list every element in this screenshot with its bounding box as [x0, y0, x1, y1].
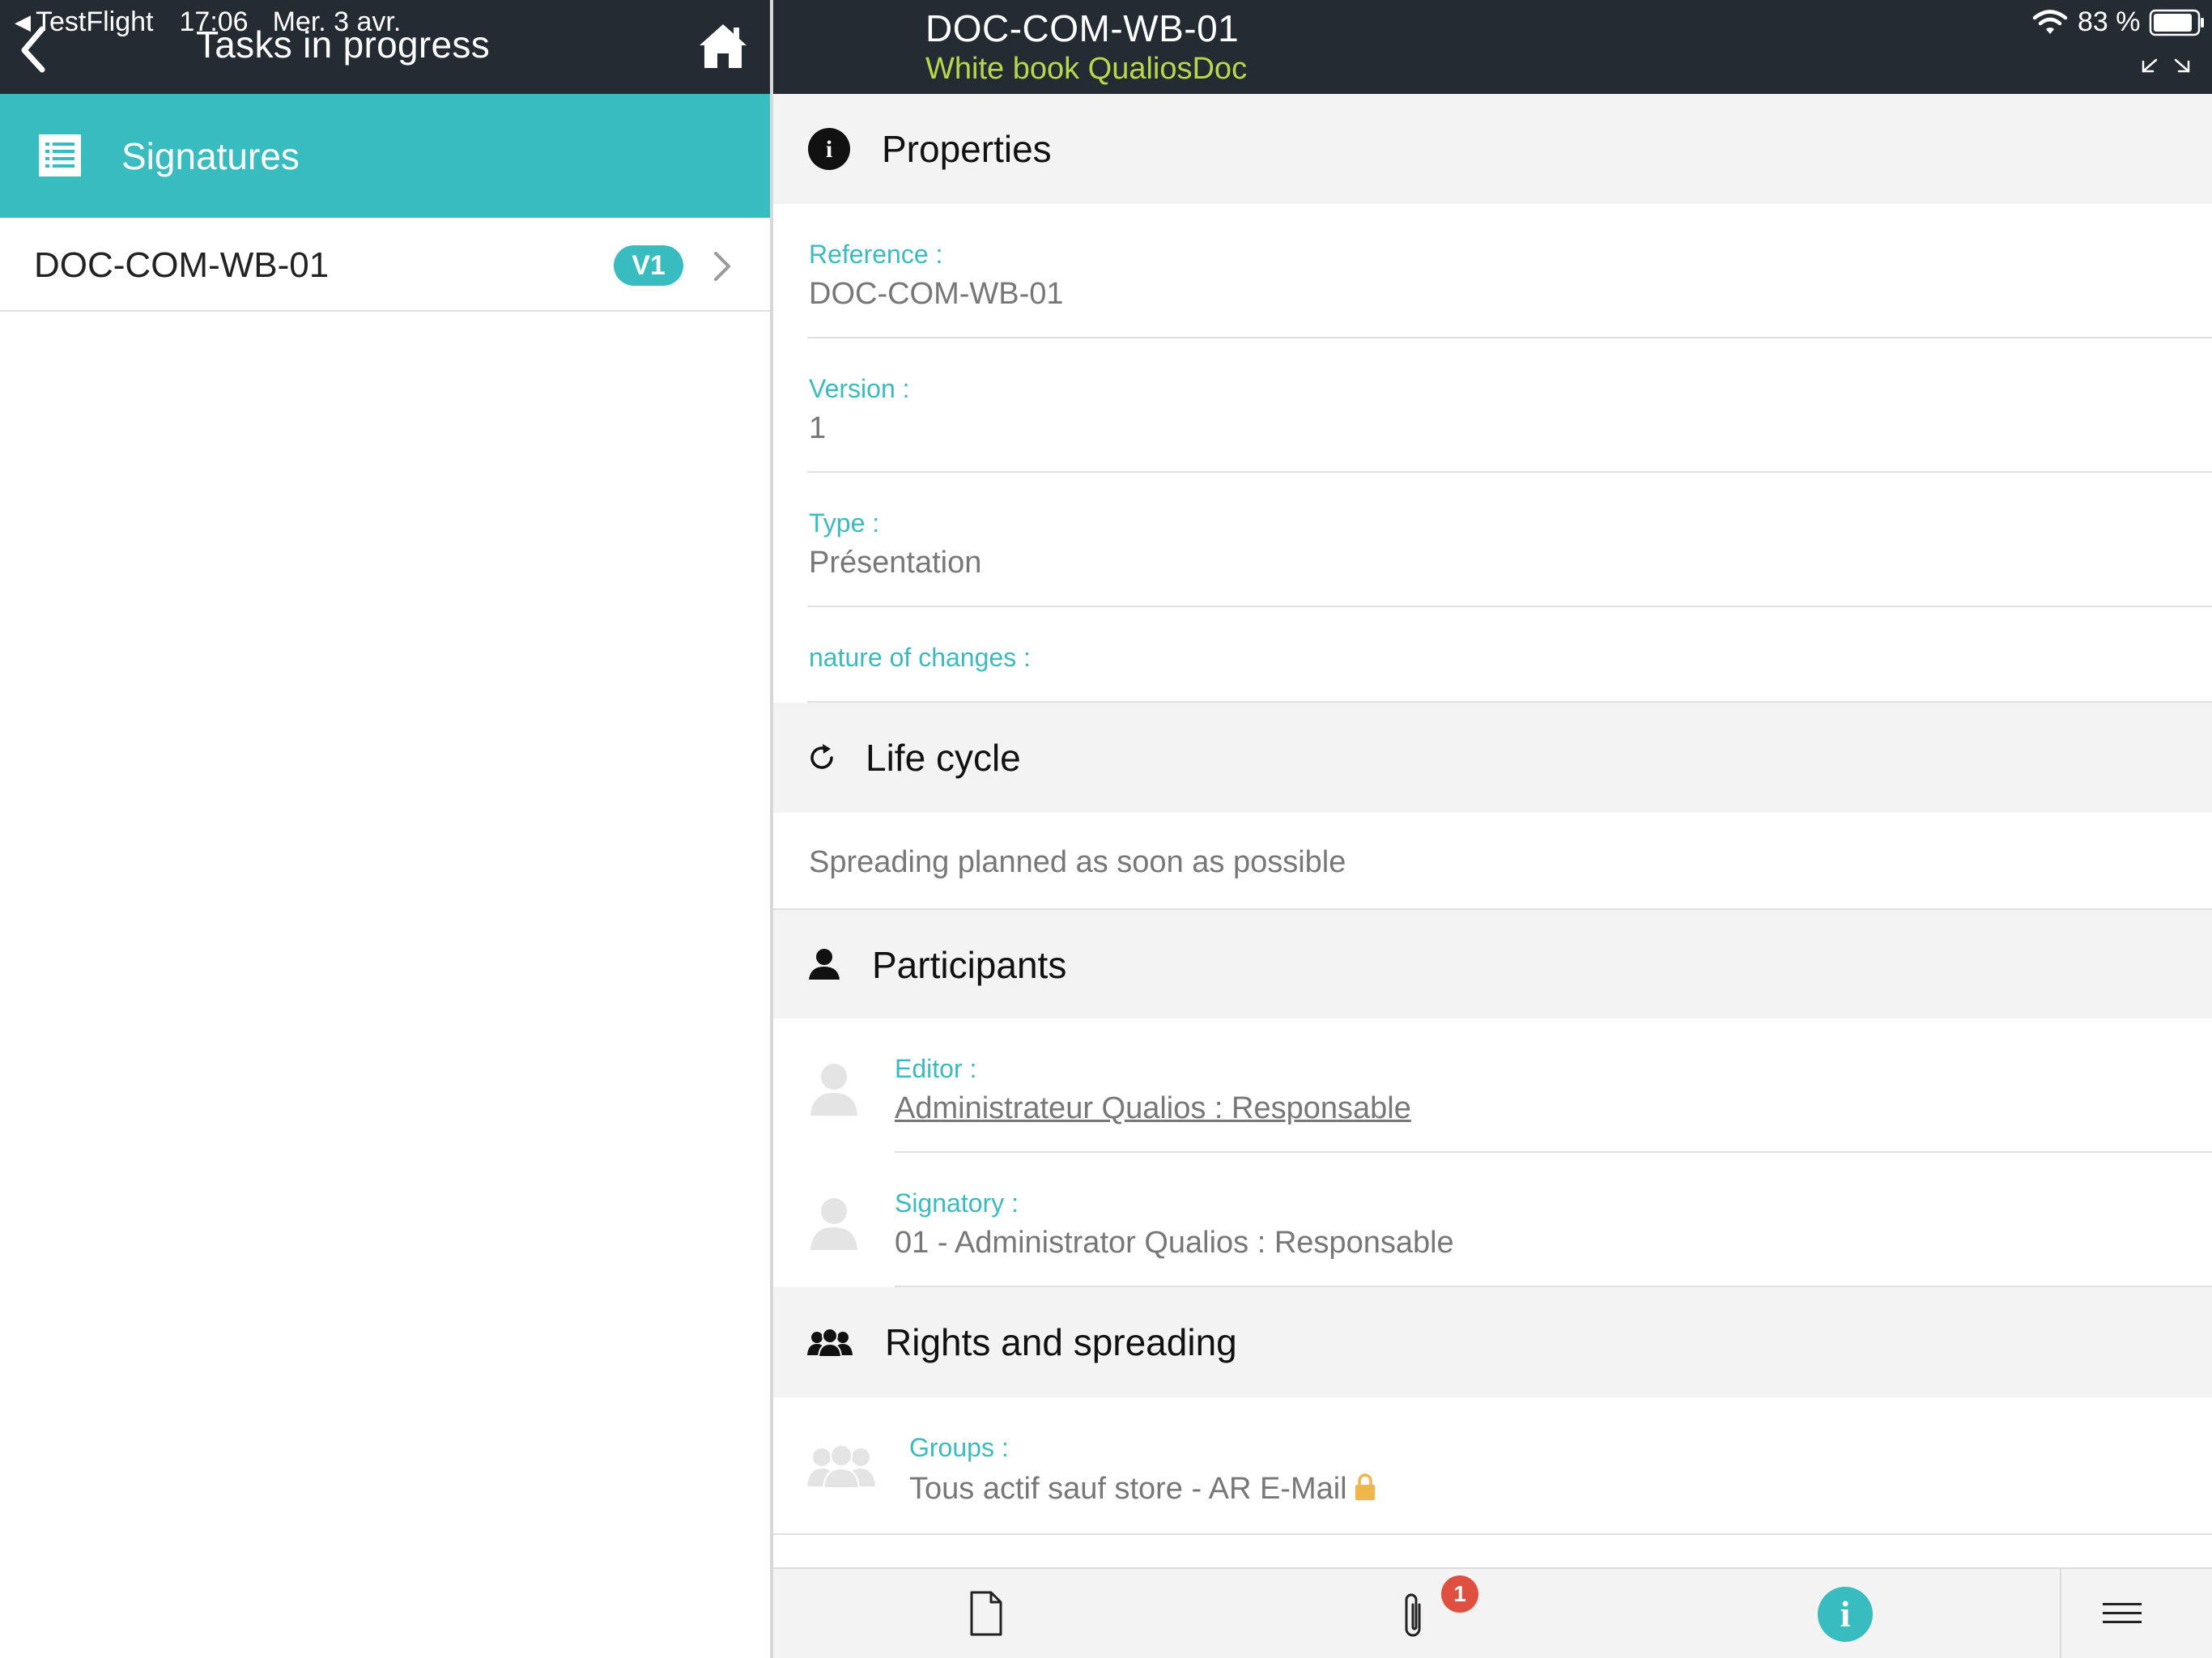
document-subtitle: White book QualiosDoc — [925, 52, 1248, 86]
field-label: Groups : — [909, 1433, 1009, 1462]
avatar-icon — [810, 1064, 857, 1116]
info-icon: i — [808, 128, 850, 170]
bottom-toolbar: 1 i — [773, 1567, 2212, 1658]
life-cycle-text: Spreading planned as soon as possible — [809, 845, 1346, 879]
toolbar-separator — [2060, 1569, 2061, 1658]
lock-icon — [1355, 1473, 1375, 1500]
participants-section-header[interactable]: Participants — [773, 908, 2212, 1018]
signatures-section-header[interactable]: Signatures — [0, 94, 770, 218]
info-tab-button[interactable]: i — [1818, 1587, 1873, 1642]
person-icon — [809, 949, 840, 980]
list-item[interactable]: DOC-COM-WB-01 V1 — [0, 218, 770, 312]
back-chevron-icon[interactable] — [13, 21, 52, 73]
field-label: nature of changes : — [809, 643, 1031, 672]
field-label: Version : — [809, 374, 910, 403]
back-app-label[interactable]: TestFlight — [36, 6, 154, 38]
expand-icon[interactable] — [2140, 45, 2192, 74]
life-cycle-status: Spreading planned as soon as possible — [773, 813, 2212, 908]
life-cycle-title: Life cycle — [866, 737, 1021, 779]
field-label: Signatory : — [895, 1188, 1019, 1218]
detail-pane: DOC-COM-WB-01 White book QualiosDoc 83 % — [773, 0, 2212, 1658]
participant-editor: Editor : Administrateur Qualios : Respon… — [773, 1018, 2212, 1153]
list-icon — [39, 134, 81, 176]
version-badge: V1 — [614, 245, 683, 286]
menu-icon[interactable] — [2101, 1596, 2143, 1630]
field-value: 1 — [809, 411, 827, 445]
version-field: Version : 1 — [773, 338, 2212, 473]
document-title: DOC-COM-WB-01 — [925, 7, 1240, 49]
chevron-right-icon — [714, 252, 730, 281]
field-value: 01 - Administrator Qualios : Responsable — [895, 1226, 1454, 1260]
field-value: Tous actif sauf store - AR E-Mail — [909, 1472, 1347, 1506]
signatures-label: Signatures — [121, 135, 300, 177]
battery-percent: 83 % — [2078, 6, 2141, 37]
rights-section-header[interactable]: Rights and spreading — [773, 1287, 2212, 1397]
page-title: Tasks in progress — [196, 23, 491, 66]
field-label: Reference : — [809, 240, 943, 269]
attachment-count-badge: 1 — [1441, 1575, 1478, 1613]
properties-section-header[interactable]: i Properties — [773, 94, 2212, 204]
field-value: DOC-COM-WB-01 — [809, 277, 1064, 311]
avatar-icon — [810, 1198, 857, 1250]
field-label: Editor : — [895, 1054, 977, 1083]
master-navbar: ◀ TestFlight 17:06 Mer. 3 avr. Tasks in … — [0, 0, 770, 94]
field-label: Type : — [809, 508, 880, 538]
paperclip-icon[interactable] — [1398, 1592, 1431, 1642]
field-divider — [773, 1533, 2212, 1535]
refresh-icon — [810, 744, 833, 769]
properties-title: Properties — [882, 128, 1052, 170]
groups-value-row: Tous actif sauf store - AR E-Mail — [909, 1472, 1376, 1507]
group-avatar-icon — [807, 1444, 875, 1488]
detail-navbar: DOC-COM-WB-01 White book QualiosDoc 83 % — [773, 0, 2212, 94]
life-cycle-section-header[interactable]: Life cycle — [773, 703, 2212, 813]
battery-icon — [2149, 9, 2204, 36]
editor-link[interactable]: Administrateur Qualios : Responsable — [895, 1091, 1411, 1126]
participant-signatory: Signatory : 01 - Administrator Qualios :… — [773, 1153, 2212, 1287]
wifi-icon — [2032, 9, 2068, 34]
group-icon — [807, 1328, 853, 1357]
type-field: Type : Présentation — [773, 473, 2212, 607]
reference-field: Reference : DOC-COM-WB-01 — [773, 204, 2212, 338]
document-icon[interactable] — [969, 1590, 1003, 1637]
list-item-label: DOC-COM-WB-01 — [34, 245, 330, 285]
rights-title: Rights and spreading — [885, 1321, 1237, 1363]
participants-title: Participants — [872, 944, 1067, 986]
field-value: Présentation — [809, 546, 982, 580]
status-bar-right: 83 % — [2032, 6, 2206, 38]
groups-field: Groups : Tous actif sauf store - AR E-Ma… — [773, 1397, 2212, 1535]
nature-of-changes-field: nature of changes : — [773, 607, 2212, 703]
svg-text:i: i — [826, 136, 832, 163]
home-icon[interactable] — [698, 21, 748, 71]
master-pane: ◀ TestFlight 17:06 Mer. 3 avr. Tasks in … — [0, 0, 770, 1658]
